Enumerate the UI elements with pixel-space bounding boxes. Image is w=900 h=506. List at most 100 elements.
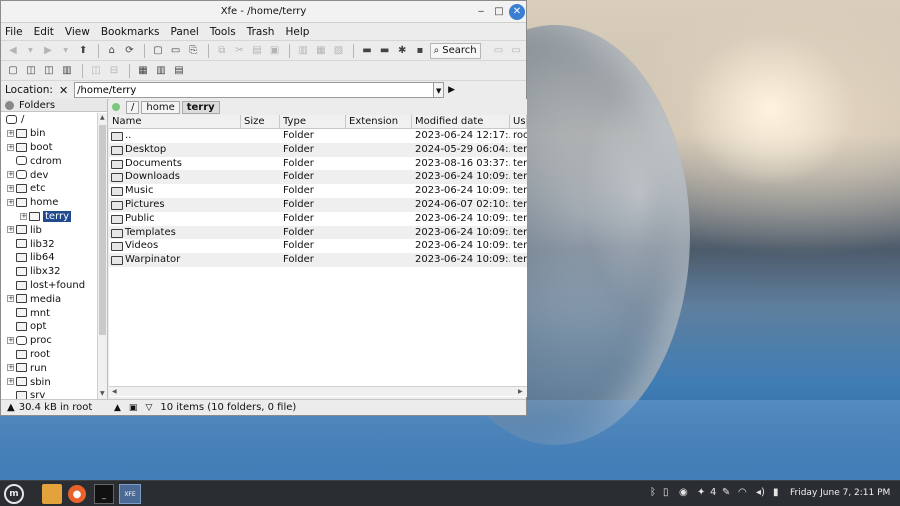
location-input[interactable] <box>74 82 435 98</box>
table-row[interactable]: Warpinator Folder 2023-06-24 10:09:... ter <box>109 253 527 267</box>
sync-panels-icon[interactable]: ▭ <box>491 43 507 59</box>
scroll-up-icon[interactable]: ▲ <box>100 114 105 121</box>
properties-icon[interactable]: ▣ <box>267 43 283 59</box>
new-file-icon[interactable]: ▢ <box>150 43 166 59</box>
column-extension[interactable]: Extension <box>346 115 412 128</box>
menu-help[interactable]: Help <box>285 26 309 38</box>
expand-icon[interactable]: + <box>7 129 14 137</box>
search-button[interactable]: ⌕ Search <box>429 42 481 59</box>
tree-item[interactable]: + proc <box>1 334 97 348</box>
forward-history-icon[interactable]: ▼ <box>58 43 74 59</box>
refresh-icon[interactable]: ⟳ <box>122 43 138 59</box>
clear-location-icon[interactable]: ✕ <box>59 84 68 97</box>
new-link-icon[interactable]: ⎘ <box>185 43 201 59</box>
tree-item[interactable]: mnt <box>1 306 97 320</box>
tree-item[interactable]: libx32 <box>1 265 97 279</box>
small-icons-icon[interactable]: ▥ <box>153 63 169 79</box>
tree-two-panels-icon[interactable]: ▥ <box>59 63 75 79</box>
wifi-icon[interactable]: ◠ <box>738 487 747 498</box>
scroll-right-icon[interactable]: ▶ <box>518 388 523 395</box>
tree-item[interactable]: + etc <box>1 182 97 196</box>
table-row[interactable]: .. Folder 2023-06-24 12:17:... roo <box>109 129 527 143</box>
folder-tree-scrollbar[interactable]: ▲ ▼ <box>97 113 107 399</box>
tree-item[interactable]: root <box>1 348 97 362</box>
tree-item[interactable]: + sbin <box>1 375 97 389</box>
maximize-button[interactable]: □ <box>491 4 507 20</box>
tree-item[interactable]: cdrom <box>1 154 97 168</box>
menu-file[interactable]: File <box>5 26 23 38</box>
file-list-hscrollbar[interactable]: ◀ ▶ <box>109 386 527 396</box>
network-tool-icon[interactable]: ✦ <box>697 487 705 498</box>
table-row[interactable]: Pictures Folder 2024-06-07 02:10:... ter <box>109 197 527 212</box>
tree-panel-icon[interactable]: ◫ <box>23 63 39 79</box>
tree-item[interactable]: srv <box>1 389 97 399</box>
scroll-down-icon[interactable]: ▼ <box>100 390 105 397</box>
table-row[interactable]: Downloads Folder 2023-06-24 10:09:... ter <box>109 170 527 185</box>
column-modified[interactable]: Modified date <box>412 115 510 128</box>
switch-panels-icon[interactable]: ▭ <box>508 43 524 59</box>
breadcrumb-root[interactable]: / <box>126 100 140 114</box>
clock[interactable]: Friday June 7, 2:11 PM <box>790 488 890 498</box>
expand-icon[interactable]: + <box>7 226 14 234</box>
tree-item[interactable]: + home <box>1 196 97 210</box>
expand-icon[interactable]: + <box>7 378 14 386</box>
tree-item[interactable]: + bin <box>1 127 97 141</box>
tree-item[interactable]: / <box>1 113 97 127</box>
up-icon[interactable]: ⬆ <box>75 43 91 59</box>
files-app-icon[interactable] <box>42 484 62 504</box>
menu-view[interactable]: View <box>65 26 90 38</box>
expand-icon[interactable]: + <box>7 143 14 151</box>
tree-item[interactable]: lib64 <box>1 251 97 265</box>
firefox-icon[interactable]: ● <box>68 485 86 503</box>
breadcrumb-terry[interactable]: terry <box>181 100 220 114</box>
table-row[interactable]: Desktop Folder 2024-05-29 06:04:... ter <box>109 142 527 157</box>
menu-bookmarks[interactable]: Bookmarks <box>101 26 160 38</box>
column-name[interactable]: Name <box>109 115 241 128</box>
table-row[interactable]: Templates Folder 2023-06-24 10:09:... ter <box>109 225 527 240</box>
expand-icon[interactable]: + <box>7 336 14 344</box>
battery-icon[interactable]: ▮ <box>773 487 779 498</box>
column-size[interactable]: Size <box>241 115 280 128</box>
update-icon[interactable]: ◉ <box>679 487 688 498</box>
horizontal-panels-icon[interactable]: ⊟ <box>106 63 122 79</box>
forward-icon[interactable]: ▶ <box>40 43 56 59</box>
minimize-button[interactable]: ‒ <box>473 4 489 20</box>
status-trash-icon[interactable]: ▲ <box>114 403 121 413</box>
bluetooth-icon[interactable]: ᛒ <box>650 487 656 498</box>
big-icons-icon[interactable]: ▦ <box>135 63 151 79</box>
trash-icon[interactable]: ▦ <box>313 43 329 59</box>
delete-icon[interactable]: ▥ <box>295 43 311 59</box>
expand-icon[interactable]: + <box>7 171 14 179</box>
tree-item[interactable]: + dev <box>1 168 97 182</box>
expand-icon[interactable]: + <box>7 364 14 372</box>
filter-icon[interactable]: ▽ <box>145 403 152 413</box>
terminal-icon[interactable]: ▪ <box>412 43 428 59</box>
tree-item[interactable]: + media <box>1 292 97 306</box>
expand-icon[interactable]: + <box>7 295 14 303</box>
tree-item-selected[interactable]: + terry <box>1 210 97 224</box>
table-row[interactable]: Music Folder 2023-06-24 10:09:... ter <box>109 184 527 198</box>
scroll-left-icon[interactable]: ◀ <box>112 388 117 395</box>
go-icon[interactable]: ▶ <box>448 85 455 95</box>
new-window-icon[interactable]: ▬ <box>359 43 375 59</box>
close-button[interactable]: ✕ <box>509 4 525 20</box>
tree-item[interactable]: lib32 <box>1 237 97 251</box>
notification-icon[interactable]: ✎ <box>722 487 730 498</box>
cut-icon[interactable]: ✂ <box>232 43 248 59</box>
title-bar[interactable]: Xfe - /home/terry ‒ □ ✕ <box>1 1 526 23</box>
table-row[interactable]: Videos Folder 2023-06-24 10:09:... ter <box>109 239 527 253</box>
two-panels-icon[interactable]: ◫ <box>41 63 57 79</box>
restore-icon[interactable]: ▧ <box>331 43 347 59</box>
table-row[interactable]: Public Folder 2023-06-24 10:09:... ter <box>109 212 527 226</box>
one-panel-icon[interactable]: ▢ <box>5 63 21 79</box>
xfe-taskbar-button[interactable]: XFE <box>119 484 141 504</box>
location-history-dropdown[interactable]: ▼ <box>434 82 445 98</box>
expand-icon[interactable]: + <box>20 212 27 220</box>
column-type[interactable]: Type <box>280 115 346 128</box>
menu-panel[interactable]: Panel <box>171 26 199 38</box>
paste-icon[interactable]: ▤ <box>249 43 265 59</box>
tree-item[interactable]: opt <box>1 320 97 334</box>
tree-item[interactable]: lost+found <box>1 279 97 293</box>
column-user[interactable]: Us <box>510 115 527 128</box>
copy-icon[interactable]: ⧉ <box>214 43 230 59</box>
